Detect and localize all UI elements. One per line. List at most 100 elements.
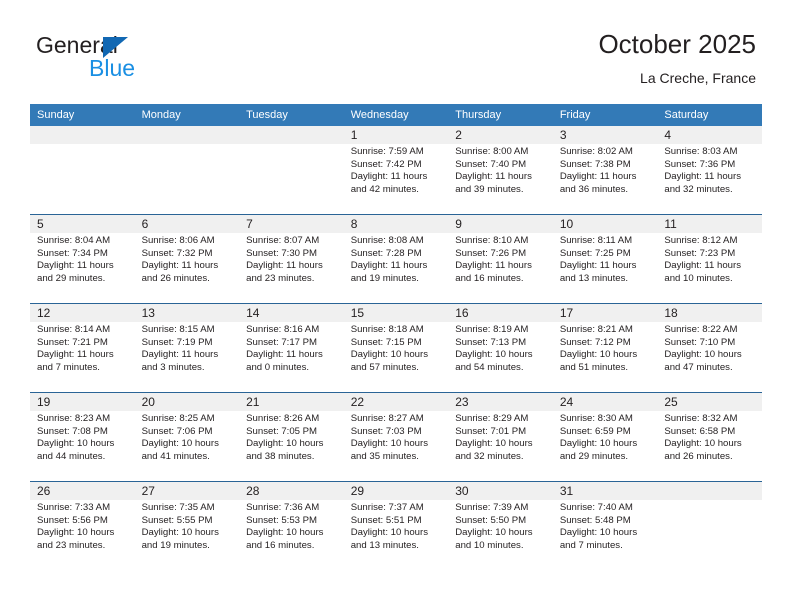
daylight-text-line1: Daylight: 10 hours: [350, 438, 429, 450]
daylight-text-line1: Daylight: 10 hours: [455, 438, 533, 450]
calendar-day-cell[interactable]: 15 Sunrise: 8:18 AM Sunset: 7:15 PM Dayligh…: [343, 304, 449, 392]
calendar-day-cell[interactable]: 27 Sunrise: 7:35 AM Sunset: 5:55 PM Dayligh…: [134, 482, 240, 570]
daylight-text-line2: and 42 minutes.: [350, 183, 419, 195]
sunset-text: Sunset: 7:26 PM: [455, 247, 527, 259]
day-number-band: [448, 215, 553, 233]
calendar-day-cell[interactable]: 22 Sunrise: 8:27 AM Sunset: 7:03 PM Dayligh…: [343, 393, 449, 481]
daylight-text-line2: and 3 minutes.: [141, 361, 205, 373]
calendar-day-cell[interactable]: 17 Sunrise: 8:21 AM Sunset: 7:12 PM Dayligh…: [552, 304, 658, 392]
sunrise-text: Sunrise: 8:04 AM: [37, 235, 111, 246]
sunrise-text: Sunrise: 8:26 AM: [246, 413, 320, 424]
calendar-day-cell[interactable]: 10 Sunrise: 8:11 AM Sunset: 7:25 PM Dayligh…: [552, 215, 658, 303]
daylight-text-line1: Daylight: 10 hours: [141, 527, 219, 539]
daylight-text-line1: Daylight: 10 hours: [350, 349, 429, 361]
calendar-day-cell[interactable]: 1 Sunrise: 7:59 AM Sunset: 7:42 PM Daylight…: [343, 126, 449, 214]
day-number: 18: [664, 306, 678, 320]
day-number-band: [30, 215, 135, 233]
daylight-text-line1: Daylight: 11 hours: [37, 260, 114, 272]
calendar-day-cell[interactable]: 5 Sunrise: 8:04 AM Sunset: 7:34 PM Daylight…: [30, 215, 135, 303]
daylight-text-line1: Daylight: 10 hours: [664, 349, 742, 361]
day-number: 23: [455, 395, 469, 409]
calendar-day-cell[interactable]: 9 Sunrise: 8:10 AM Sunset: 7:26 PM Daylight…: [448, 215, 553, 303]
sunset-text: Sunset: 5:51 PM: [350, 514, 422, 526]
daylight-text-line2: and 16 minutes.: [455, 272, 524, 284]
day-number-band: [657, 482, 762, 500]
calendar-day-cell[interactable]: 18 Sunrise: 8:22 AM Sunset: 7:10 PM Dayligh…: [657, 304, 762, 392]
calendar-day-cell[interactable]: 26 Sunrise: 7:33 AM Sunset: 5:56 PM Dayligh…: [30, 482, 135, 570]
calendar-week-inner: 5 Sunrise: 8:04 AM Sunset: 7:34 PM Daylight…: [30, 215, 762, 303]
calendar-day-cell[interactable]: 13 Sunrise: 8:15 AM Sunset: 7:19 PM Dayligh…: [134, 304, 240, 392]
sunrise-text: Sunrise: 7:33 AM: [37, 502, 111, 513]
sunrise-text: Sunrise: 8:22 AM: [664, 324, 738, 335]
day-number: 19: [37, 395, 51, 409]
calendar-day-cell[interactable]: 21 Sunrise: 8:26 AM Sunset: 7:05 PM Dayligh…: [239, 393, 344, 481]
page-header: General Blue October 2025 La Creche, Fra…: [0, 0, 792, 100]
daylight-text-line2: and 13 minutes.: [350, 539, 419, 551]
calendar-day-cell[interactable]: 19 Sunrise: 8:23 AM Sunset: 7:08 PM Dayligh…: [30, 393, 135, 481]
calendar-day-cell[interactable]: 14 Sunrise: 8:16 AM Sunset: 7:17 PM Dayligh…: [239, 304, 344, 392]
sunset-text: Sunset: 7:36 PM: [664, 158, 736, 170]
sunrise-text: Sunrise: 8:02 AM: [559, 146, 633, 157]
calendar-day-cell[interactable]: 7 Sunrise: 8:07 AM Sunset: 7:30 PM Daylight…: [239, 215, 344, 303]
calendar-day-cell[interactable]: 31 Sunrise: 7:40 AM Sunset: 5:48 PM Dayligh…: [552, 482, 658, 570]
calendar-day-cell[interactable]: 24 Sunrise: 8:30 AM Sunset: 6:59 PM Dayligh…: [552, 393, 658, 481]
daylight-text-line1: Daylight: 11 hours: [455, 260, 532, 272]
day-details: Sunrise: 8:10 AM Sunset: 7:26 PM Daylight:…: [455, 235, 550, 285]
sunset-text: Sunset: 7:01 PM: [455, 425, 527, 437]
day-details: Sunrise: 8:19 AM Sunset: 7:13 PM Daylight:…: [455, 324, 550, 374]
calendar-day-cell[interactable]: 29 Sunrise: 7:37 AM Sunset: 5:51 PM Dayligh…: [343, 482, 449, 570]
calendar-day-cell[interactable]: 3 Sunrise: 8:02 AM Sunset: 7:38 PM Daylight…: [552, 126, 658, 214]
day-details: Sunrise: 7:35 AM Sunset: 5:55 PM Daylight:…: [142, 502, 237, 552]
sunset-text: Sunset: 5:56 PM: [37, 514, 108, 526]
sunrise-text: Sunrise: 7:35 AM: [141, 502, 215, 513]
calendar-week-row: 26 Sunrise: 7:33 AM Sunset: 5:56 PM Dayligh…: [30, 481, 762, 570]
day-number: 30: [455, 484, 469, 498]
day-number-band: [448, 126, 553, 144]
calendar-day-cell[interactable]: 23 Sunrise: 8:29 AM Sunset: 7:01 PM Dayligh…: [448, 393, 553, 481]
calendar-day-cell-empty: [134, 126, 240, 214]
day-number-band: [343, 126, 449, 144]
weekday-header-row: Sunday Monday Tuesday Wednesday Thursday…: [30, 104, 762, 126]
sunrise-text: Sunrise: 8:11 AM: [559, 235, 633, 246]
page-title: October 2025: [598, 29, 756, 59]
calendar-day-cell[interactable]: 20 Sunrise: 8:25 AM Sunset: 7:06 PM Dayligh…: [134, 393, 240, 481]
weekday-header-tuesday: Tuesday: [246, 109, 288, 121]
general-blue-logo[interactable]: General Blue: [36, 33, 236, 85]
daylight-text-line2: and 23 minutes.: [246, 272, 315, 284]
sunrise-text: Sunrise: 8:23 AM: [37, 413, 111, 424]
day-details: Sunrise: 8:30 AM Sunset: 6:59 PM Daylight:…: [560, 413, 655, 463]
sunset-text: Sunset: 7:13 PM: [455, 336, 527, 348]
sunrise-text: Sunrise: 8:03 AM: [664, 146, 738, 157]
day-number-band: [134, 126, 240, 144]
calendar-day-cell[interactable]: 25 Sunrise: 8:32 AM Sunset: 6:58 PM Dayligh…: [657, 393, 762, 481]
logo-text-blue: Blue: [89, 55, 136, 81]
weekday-header-sunday: Sunday: [37, 109, 75, 121]
calendar-day-cell[interactable]: 4 Sunrise: 8:03 AM Sunset: 7:36 PM Daylight…: [657, 126, 762, 214]
sunrise-text: Sunrise: 8:27 AM: [350, 413, 424, 424]
weekday-header-friday: Friday: [559, 109, 591, 121]
calendar-day-cell[interactable]: 30 Sunrise: 7:39 AM Sunset: 5:50 PM Dayligh…: [448, 482, 553, 570]
daylight-text-line2: and 29 minutes.: [37, 272, 106, 284]
sunrise-text: Sunrise: 8:18 AM: [350, 324, 424, 335]
calendar-day-cell[interactable]: 6 Sunrise: 8:06 AM Sunset: 7:32 PM Daylight…: [134, 215, 240, 303]
day-details: Sunrise: 7:36 AM Sunset: 5:53 PM Daylight:…: [246, 502, 341, 552]
daylight-text-line2: and 7 minutes.: [559, 539, 623, 551]
sunrise-text: Sunrise: 8:06 AM: [141, 235, 215, 246]
day-details: Sunrise: 7:33 AM Sunset: 5:56 PM Daylight:…: [37, 502, 132, 552]
calendar-week-inner: 1 Sunrise: 7:59 AM Sunset: 7:42 PM Daylight…: [30, 126, 762, 214]
calendar-day-cell[interactable]: 12 Sunrise: 8:14 AM Sunset: 7:21 PM Dayligh…: [30, 304, 135, 392]
day-number: 31: [559, 484, 574, 498]
calendar-day-cell[interactable]: 16 Sunrise: 8:19 AM Sunset: 7:13 PM Dayligh…: [448, 304, 553, 392]
calendar-day-cell[interactable]: 11 Sunrise: 8:12 AM Sunset: 7:23 PM Dayligh…: [657, 215, 762, 303]
sunrise-text: Sunrise: 8:08 AM: [350, 235, 424, 246]
sunset-text: Sunset: 7:15 PM: [350, 336, 422, 348]
day-number-band: [343, 215, 449, 233]
day-details: Sunrise: 8:03 AM Sunset: 7:36 PM Daylight:…: [664, 146, 759, 196]
calendar-day-cell[interactable]: 8 Sunrise: 8:08 AM Sunset: 7:28 PM Daylight…: [343, 215, 449, 303]
sunrise-text: Sunrise: 8:10 AM: [455, 235, 529, 246]
day-number-band: [552, 126, 658, 144]
calendar-day-cell[interactable]: 2 Sunrise: 8:00 AM Sunset: 7:40 PM Daylight…: [448, 126, 553, 214]
calendar-day-cell[interactable]: 28 Sunrise: 7:36 AM Sunset: 5:53 PM Dayligh…: [239, 482, 344, 570]
day-details: Sunrise: 8:26 AM Sunset: 7:05 PM Daylight:…: [246, 413, 341, 463]
daylight-text-line2: and 23 minutes.: [37, 539, 106, 551]
